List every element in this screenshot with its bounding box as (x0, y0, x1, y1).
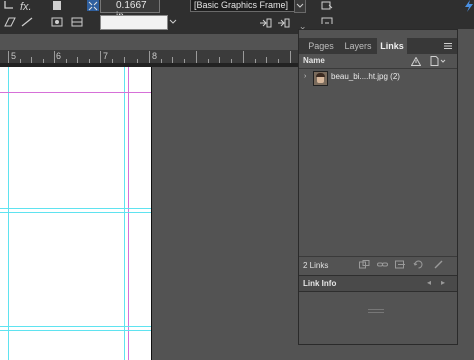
column-guide[interactable] (8, 67, 9, 360)
stroke-weight-field[interactable]: 0.1667 in (116, 0, 156, 22)
ruler-number: 8 (152, 51, 158, 61)
tab-layers[interactable]: Layers (339, 38, 377, 54)
align-icon[interactable] (50, 16, 64, 28)
style-options-icon[interactable] (320, 0, 334, 12)
links-footer: 2 Links (299, 256, 457, 273)
row-guide[interactable] (0, 208, 151, 209)
expand-arrow-icon[interactable]: › (304, 73, 306, 80)
tab-links[interactable]: Links (377, 38, 407, 54)
document-page[interactable] (0, 67, 152, 360)
links-panel: Pages Layers Links Name › beau_bi....ht.… (298, 29, 458, 345)
edit-original-icon[interactable] (433, 260, 444, 269)
margin-guide[interactable] (0, 92, 151, 93)
row-guide[interactable] (0, 326, 151, 327)
column-guide[interactable] (124, 67, 125, 360)
go-to-link-icon[interactable] (395, 260, 406, 269)
reference-point-icon[interactable] (70, 16, 84, 28)
link-filename: beau_bi....ht.jpg (2) (331, 72, 400, 81)
margin-guide[interactable] (128, 67, 129, 360)
relink-cc-library-icon[interactable] (359, 260, 370, 269)
ruler-number: 7 (103, 51, 109, 61)
clear-overrides-icon[interactable] (258, 17, 272, 29)
fill-icon[interactable] (50, 0, 64, 12)
link-info-label: Link Info (303, 279, 337, 288)
stroke-type-dropdown-icon[interactable] (168, 15, 178, 28)
ruler-tick (290, 51, 291, 63)
row-guide[interactable] (0, 212, 151, 213)
rotate-icon[interactable] (3, 0, 17, 12)
tab-pages[interactable]: Pages (303, 38, 339, 54)
list-item[interactable]: › beau_bi....ht.jpg (2) (299, 70, 457, 86)
ruler-number: 6 (56, 51, 62, 61)
shear-icon[interactable] (3, 16, 17, 28)
name-column-header[interactable]: Name (303, 56, 325, 65)
horizontal-ruler[interactable]: 5 6 7 8 (0, 50, 298, 64)
quick-apply-icon[interactable] (276, 17, 290, 29)
next-link-icon[interactable]: ▸ (441, 278, 445, 287)
ruler-tick (196, 51, 197, 63)
links-count[interactable]: 2 Links (303, 261, 328, 270)
ruler-tick (54, 51, 55, 63)
warning-icon[interactable] (411, 57, 421, 66)
object-style-field[interactable]: [Basic Graphics Frame] (190, 0, 297, 12)
lightning-icon[interactable] (462, 0, 474, 12)
flip-icon[interactable] (20, 16, 34, 28)
frame-fitting-icon[interactable] (86, 0, 100, 12)
link-info-section[interactable]: Link Info ◂ ▸ (299, 275, 457, 292)
effects-label[interactable]: fx. (20, 1, 32, 13)
update-link-icon[interactable] (413, 260, 424, 269)
previous-link-icon[interactable]: ◂ (427, 278, 431, 287)
row-guide[interactable] (0, 330, 151, 331)
object-style-dropdown-icon[interactable] (294, 0, 306, 13)
relink-icon[interactable] (377, 260, 388, 269)
page-column-icon[interactable] (430, 56, 446, 66)
stroke-type-swatch[interactable] (100, 15, 168, 30)
resize-grip[interactable] (368, 309, 384, 313)
link-thumbnail (313, 71, 328, 86)
links-column-header: Name (299, 54, 457, 69)
ruler-tick (8, 51, 9, 63)
ruler-tick (149, 51, 150, 63)
panel-dock-area (456, 29, 474, 360)
thumbnail-hair (316, 73, 325, 77)
panel-menu-icon[interactable] (444, 43, 452, 49)
ruler-tick (100, 51, 101, 63)
ruler-tick (243, 51, 244, 63)
panel-tabs: Pages Layers Links (299, 38, 457, 54)
ruler-number: 5 (11, 51, 17, 61)
